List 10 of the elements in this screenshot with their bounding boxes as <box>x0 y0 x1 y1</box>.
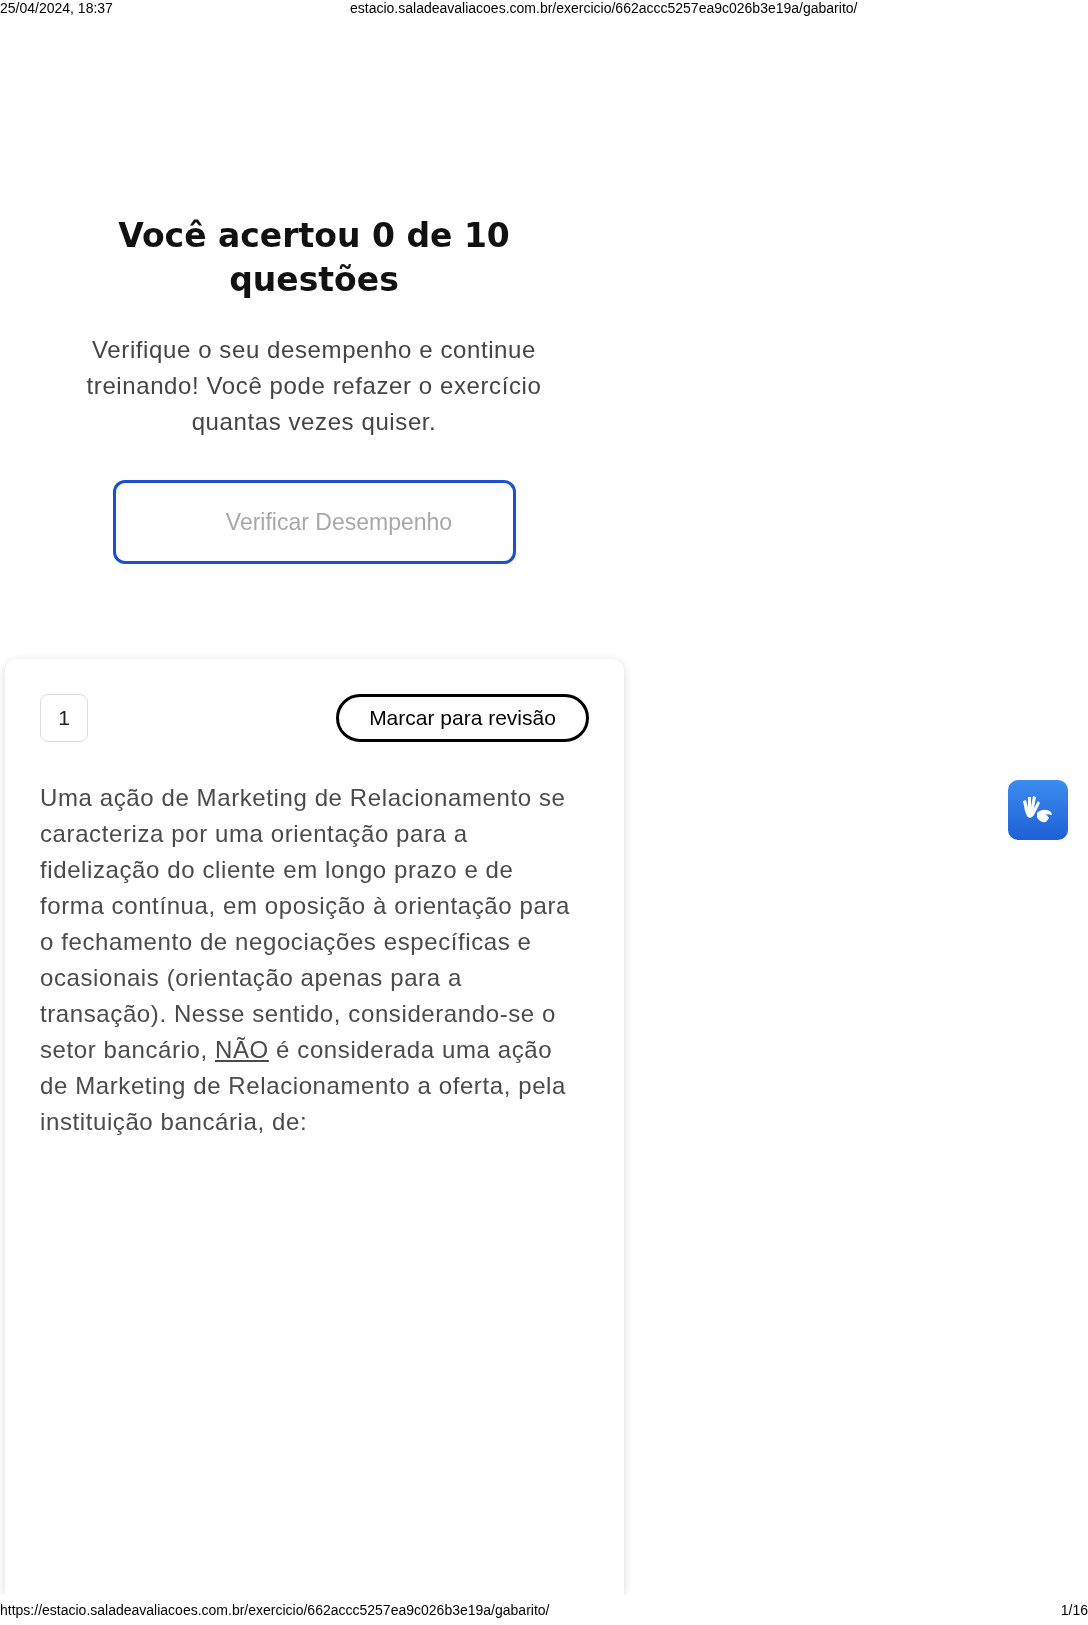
page-number: 1/16 <box>1060 1600 1088 1620</box>
question-text: Uma ação de Marketing de Relacionamento se caracteriza por uma orientação para a fidelização do cliente em longo prazo e de forma contínua, em oposição à orientação para o fechamento de negociações específicas e ocasionais (orientação apenas para a transação). Nesse sentido, considerando-se o setor bancário, NÃO é considerada uma ação de Marketing de Relacionamento a oferta, pela instituição bancária, de: <box>40 783 570 1137</box>
result-title: Você acertou 0 de 10 questões <box>117 215 511 301</box>
print-date: 25/04/2024, 18:37 <box>0 0 114 16</box>
print-url: estacio.saladeavaliacoes.com.br/exercicio/662accc5257ea9c026b3e19a/gabarito/ <box>350 0 858 16</box>
question-number: 1 <box>40 694 88 742</box>
result-message: Verifique o seu desempenho e continue treinando! Você pode refazer o exercício quantas vezes quiser. <box>85 335 543 437</box>
sign-language-button[interactable] <box>1008 780 1068 840</box>
print-url: https://estacio.saladeavaliacoes.com.br/exercicio/662accc5257ea9c026b3e19a/gabarito/ <box>0 1600 550 1620</box>
mark-for-review-button[interactable]: Marcar para revisão <box>336 694 589 742</box>
